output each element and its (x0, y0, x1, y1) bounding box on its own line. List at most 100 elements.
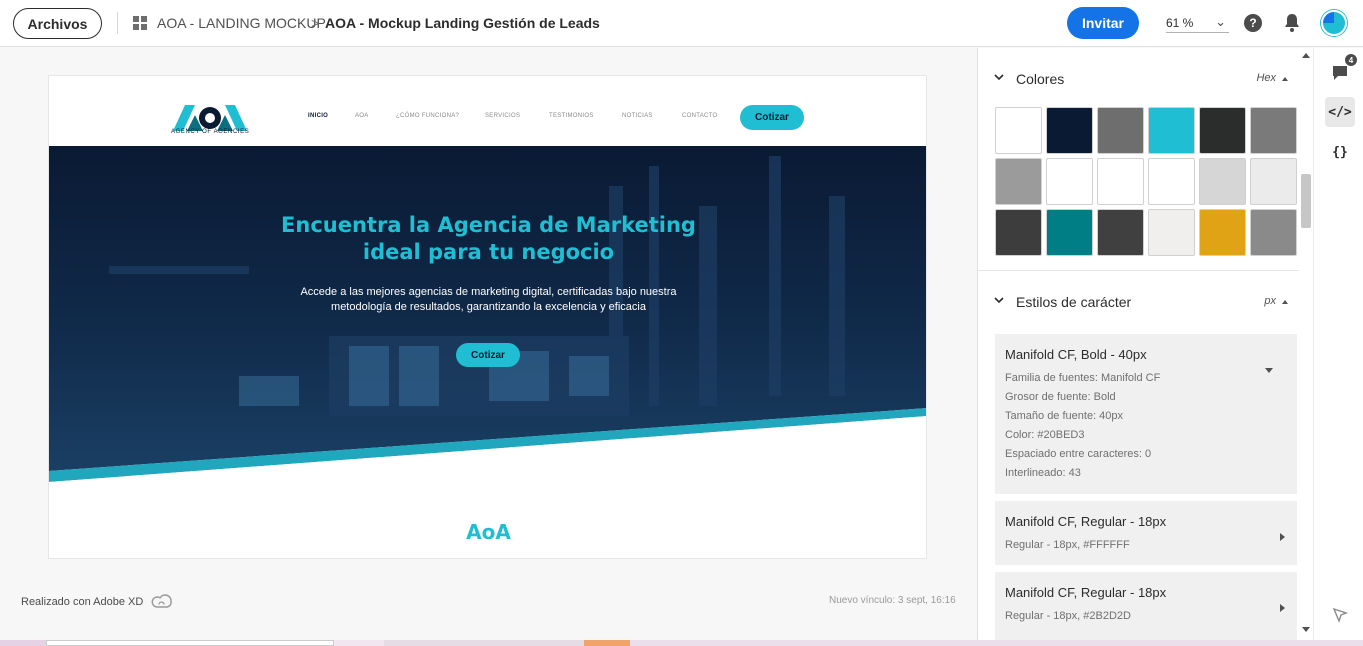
chevron-down-icon (994, 297, 1004, 304)
code-icon: </> (1328, 104, 1352, 120)
help-icon[interactable]: ? (1244, 14, 1262, 32)
mockup-nav-testimonios: TESTIMONIOS (549, 113, 594, 119)
braces-icon: {} (1332, 144, 1348, 160)
char-style-title: Manifold CF, Bold - 40px (1005, 347, 1147, 362)
colors-unit-toggle[interactable]: Hex (1256, 72, 1288, 84)
zoom-value: 61 % (1166, 16, 1194, 30)
color-swatch[interactable] (1046, 209, 1093, 256)
scrollbar-thumb[interactable] (1301, 174, 1311, 228)
color-swatch[interactable] (1199, 158, 1246, 205)
char-styles-section-header[interactable]: Estilos de carácter px (978, 293, 1299, 313)
mockup-nav-servicios: SERVICIOS (485, 113, 521, 119)
mockup-nav-inicio: INICIO (308, 113, 329, 119)
artboard-mockup[interactable]: AGENCY OF AGENCIES INICIO AOA ¿CÓMO FUNC… (48, 75, 927, 559)
hero-background-image (49, 146, 926, 486)
color-swatch[interactable] (1250, 107, 1297, 154)
comments-button[interactable]: 4 (1325, 53, 1358, 88)
mockup-nav-como-funciona: ¿CÓMO FUNCIONA? (396, 113, 460, 119)
hero-title: Encuentra la Agencia de Marketing ideal … (49, 212, 926, 266)
colors-title: Colores (1016, 71, 1065, 87)
chevron-down-icon (994, 74, 1004, 81)
inspect-code-button[interactable]: </> (1325, 97, 1355, 127)
char-style-detail: Familia de fuentes: Manifold CF (1005, 372, 1161, 384)
invite-button[interactable]: Invitar (1067, 7, 1139, 39)
made-with-label: Realizado con Adobe XD (21, 596, 144, 608)
hero-subtitle-line2: metodología de resultados, garantizando … (331, 301, 646, 313)
mockup-nav-cotizar-button: Cotizar (740, 105, 804, 130)
creative-cloud-icon (151, 594, 173, 608)
avatar[interactable] (1321, 10, 1347, 36)
hero-subtitle: Accede a las mejores agencias de marketi… (49, 285, 926, 315)
zoom-select[interactable]: 61 % ⌄ (1166, 13, 1229, 33)
colors-section-header[interactable]: Colores Hex (978, 70, 1299, 90)
hero-title-line1: Encuentra la Agencia de Marketing (281, 213, 696, 237)
color-swatch[interactable] (1250, 209, 1297, 256)
char-style-title: Manifold CF, Regular - 18px (1005, 514, 1167, 529)
chevron-down-icon: ⌄ (1215, 14, 1226, 29)
expand-arrow-icon[interactable] (1280, 604, 1285, 612)
color-swatch[interactable] (1046, 158, 1093, 205)
color-swatch[interactable] (1148, 158, 1195, 205)
bottom-color-strip (0, 640, 1363, 646)
char-style-title: Manifold CF, Regular - 18px (1005, 585, 1167, 600)
char-style-detail: Color: #20BED3 (1005, 429, 1085, 441)
color-swatch[interactable] (1097, 209, 1144, 256)
inspect-panel: Colores Hex Estilos de carácter px Manif… (977, 48, 1299, 640)
pointer-flag-icon (1332, 607, 1348, 623)
breadcrumb-current: AOA - Mockup Landing Gestión de Leads (325, 15, 600, 31)
color-swatch[interactable] (1097, 107, 1144, 154)
top-bar: Archivos AOA - LANDING MOCKUP > AOA - Mo… (0, 0, 1363, 47)
variables-button[interactable]: {} (1325, 137, 1355, 167)
color-swatches (995, 107, 1297, 256)
color-swatch[interactable] (1250, 158, 1297, 205)
divider (117, 12, 118, 34)
color-swatch[interactable] (1148, 107, 1195, 154)
grid-icon[interactable] (133, 16, 147, 30)
scroll-down-arrow-icon[interactable] (1302, 627, 1310, 632)
char-style-card[interactable]: Manifold CF, Bold - 40px Familia de fuen… (995, 334, 1297, 494)
scroll-up-arrow-icon[interactable] (1302, 53, 1310, 58)
last-link-timestamp: Nuevo vínculo: 3 sept, 16:16 (829, 595, 956, 606)
color-swatch[interactable] (1046, 107, 1093, 154)
expand-arrow-icon[interactable] (1280, 533, 1285, 541)
mockup-hero: Encuentra la Agencia de Marketing ideal … (49, 146, 926, 486)
section-heading-aoa: AoA (466, 520, 511, 544)
made-with-xd: Realizado con Adobe XD (21, 594, 173, 610)
panel-scrollbar[interactable] (1299, 48, 1313, 640)
hero-title-line2: ideal para tu negocio (362, 240, 615, 264)
color-swatch[interactable] (1148, 209, 1195, 256)
mockup-navbar: AGENCY OF AGENCIES INICIO AOA ¿CÓMO FUNC… (49, 76, 926, 146)
files-button[interactable]: Archivos (13, 8, 102, 39)
char-style-detail: Regular - 18px, #2B2D2D (1005, 610, 1131, 622)
hero-subtitle-line1: Accede a las mejores agencias de marketi… (300, 286, 677, 298)
mockup-nav-noticias: NOTICIAS (622, 113, 653, 119)
design-canvas: AGENCY OF AGENCIES INICIO AOA ¿CÓMO FUNC… (0, 48, 976, 640)
color-swatch[interactable] (995, 158, 1042, 205)
comments-count-badge: 4 (1344, 53, 1358, 67)
color-swatch[interactable] (995, 107, 1042, 154)
color-swatch[interactable] (995, 209, 1042, 256)
char-styles-title: Estilos de carácter (1016, 294, 1132, 310)
logo-text: AGENCY OF AGENCIES (171, 129, 250, 135)
color-swatch[interactable] (1097, 158, 1144, 205)
char-style-card[interactable]: Manifold CF, Regular - 18px Regular - 18… (995, 501, 1297, 565)
color-swatch[interactable] (1199, 209, 1246, 256)
char-style-detail: Interlineado: 43 (1005, 467, 1081, 479)
char-style-detail: Grosor de fuente: Bold (1005, 391, 1116, 403)
divider (978, 270, 1299, 271)
collapse-arrow-icon[interactable] (1265, 368, 1273, 373)
char-style-card[interactable]: Manifold CF, Regular - 18px Regular - 18… (995, 572, 1297, 640)
right-icon-rail: 4 </> {} (1313, 48, 1363, 640)
bell-icon[interactable] (1283, 13, 1301, 33)
flag-button[interactable] (1325, 600, 1355, 630)
breadcrumb-project[interactable]: AOA - LANDING MOCKUP (157, 15, 326, 31)
mockup-nav-contacto: CONTACTO (682, 113, 718, 119)
comment-icon (1333, 66, 1347, 80)
breadcrumb-separator: > (311, 15, 320, 31)
mockup-nav-aoa: AOA (355, 113, 369, 119)
hero-cotizar-button: Cotizar (456, 343, 520, 367)
char-style-detail: Tamaño de fuente: 40px (1005, 410, 1124, 422)
char-styles-unit-toggle[interactable]: px (1264, 295, 1288, 307)
char-style-detail: Espaciado entre caracteres: 0 (1005, 448, 1152, 460)
color-swatch[interactable] (1199, 107, 1246, 154)
